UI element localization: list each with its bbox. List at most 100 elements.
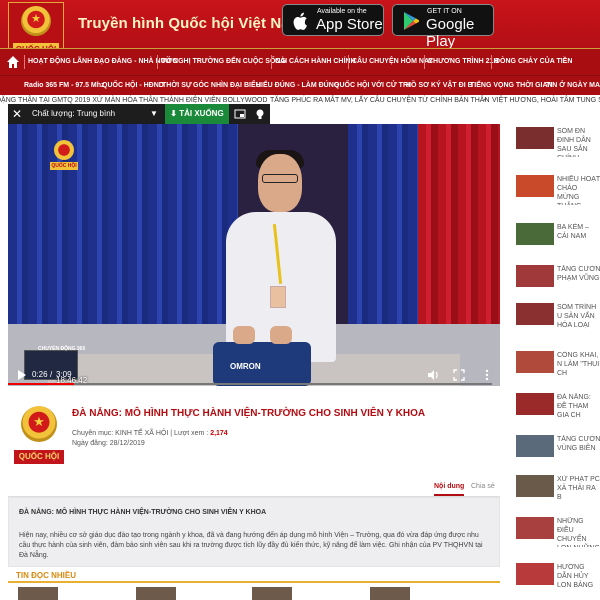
- home-icon[interactable]: [6, 55, 20, 69]
- sidebar-item[interactable]: BA KÈM – CẢI NAM: [508, 216, 600, 256]
- nav-item-today-story[interactable]: CÂU CHUYỆN HÔM NAY: [352, 49, 433, 75]
- article-category[interactable]: Chuyên mục: KINH TẾ XÃ HỘI | Lượt xem :: [72, 430, 208, 437]
- hot-news-thumbnail[interactable]: [18, 587, 58, 600]
- site-title[interactable]: Truyền hình Quốc hội Việt Nam: [78, 15, 303, 32]
- sidebar-thumbnail: [516, 517, 554, 539]
- play-icon[interactable]: [17, 369, 27, 381]
- nav-item-artifacts[interactable]: HỒ SƠ KÝ VẬT ĐI B: [406, 76, 473, 96]
- article-meta: Chuyên mục: KINH TẾ XÃ HỘI | Lượt xem : …: [72, 430, 228, 437]
- app-store-button[interactable]: Available on the App Store: [282, 4, 384, 36]
- sidebar-item-title: BA KÈM – CẢI NAM: [557, 224, 589, 240]
- nav-item-voters[interactable]: QUỐC HỘI VỚI CỬ TRI: [334, 76, 410, 96]
- volume-icon[interactable]: [426, 368, 440, 382]
- monitor-text: CHUYỂN ĐỘNG 365: [38, 346, 86, 352]
- nav-item-leadership[interactable]: HOẠT ĐỘNG LÃNH ĐẠO ĐẢNG - NHÀ NƯỚC: [28, 49, 177, 75]
- sidebar-item[interactable]: CÔNG KHAI, N LÀM "THUI CH: [508, 344, 600, 384]
- article-tabs: Nội dung Chia sẻ: [8, 477, 500, 497]
- id-badge: [270, 286, 286, 308]
- tab-share[interactable]: Chia sẻ: [471, 483, 495, 490]
- fullscreen-icon[interactable]: [452, 368, 466, 382]
- nav-item-echo-of-time[interactable]: TIẾNG VỌNG THỜI GIAN: [470, 76, 553, 96]
- view-count: 2,174: [210, 430, 228, 437]
- article-logo: QUỐC HỘI: [14, 406, 64, 464]
- nav-item-radio[interactable]: Radio 365 FM - 97.5 Mhz: [24, 76, 105, 96]
- sidebar-item-title: TĂNG CƯỜN PHẠM VŨNG: [557, 266, 600, 282]
- primary-nav: HOẠT ĐỘNG LÃNH ĐẠO ĐẢNG - NHÀ NƯỚC TỪ NG…: [0, 48, 600, 75]
- sidebar-item-title: CÔNG KHAI, N LÀM "THUI CH: [557, 352, 600, 377]
- sidebar-item[interactable]: SÓM ĐN ĐINH DÂN SAU SẮN CHÍNH: [508, 120, 600, 160]
- nav-item-tomorrow[interactable]: TIN Ở NGÀY MAI: [546, 76, 600, 96]
- quality-select[interactable]: Chất lượng: Trung bình: [32, 109, 115, 118]
- sidebar-item-title: SÓM ĐN ĐINH DÂN SAU SẮN CHÍNH: [557, 128, 591, 157]
- sidebar-item[interactable]: SÓM TRÌNH U SẢN VẤN HÓA LOẠI: [508, 296, 600, 336]
- hot-news-thumbnail[interactable]: [370, 587, 410, 600]
- lightbulb-icon[interactable]: [254, 108, 266, 120]
- summary-text: Hiện nay, nhiều cơ sở giáo dục đào tạo t…: [19, 532, 483, 559]
- nav-item-program-21h[interactable]: CHƯƠNG TRÌNH 21H: [428, 49, 499, 75]
- nav-divider: [491, 55, 492, 69]
- red-curtain: [418, 124, 500, 324]
- sidebar-item[interactable]: NHỮNG ĐIỀU CHUYỂN LON NHỮNG NĂ: [508, 510, 600, 550]
- sidebar-thumbnail: [516, 303, 554, 325]
- download-button[interactable]: ⬇ TẢI XUỐNG: [165, 104, 229, 124]
- video-frame[interactable]: OMRON QUỐC HỘI CHUYỂN ĐỘNG 365: [8, 124, 500, 386]
- app-store-subtext: Available on the: [317, 8, 367, 15]
- hot-news-thumbnail[interactable]: [136, 587, 176, 600]
- total-time: 3:09: [56, 370, 72, 379]
- article-date: Ngày đăng: 28/12/2019: [72, 440, 145, 447]
- google-play-button[interactable]: GET IT ON Google Play: [392, 4, 494, 50]
- sidebar-thumbnail: [516, 265, 554, 287]
- nav-item-parliament-to-life[interactable]: TỪ NGHỊ TRƯỜNG ĐẾN CUỘC SỐNG: [161, 49, 286, 75]
- hot-news-title: TIN ĐỌC NHIỀU: [16, 571, 76, 580]
- sidebar-item-title: NHIỀU HOẠT CHÀO MỪNG THẮNG NĂNG: [557, 176, 600, 205]
- apple-icon: [293, 12, 307, 30]
- ticker-item[interactable]: TĂNG PHÚC RA MẮT MV, LẤY CÂU CHUYỆN TỪ C…: [270, 95, 490, 106]
- sidebar-thumbnail: [516, 127, 554, 149]
- tab-content[interactable]: Nội dung: [434, 483, 465, 496]
- national-emblem-icon: [21, 406, 57, 442]
- progress-bar[interactable]: [8, 383, 492, 385]
- nav-item-admin-reform[interactable]: CẢI CÁCH HÀNH CHÍNH: [275, 49, 356, 75]
- nav-divider: [424, 55, 425, 69]
- nav-item-delegate-view[interactable]: GÓC NHÌN ĐẠI BIỂU: [193, 76, 261, 96]
- picture-in-picture-icon[interactable]: [234, 108, 246, 120]
- chevron-down-icon[interactable]: ▼: [150, 109, 158, 118]
- article-summary: ĐÀ NẴNG: MÔ HÌNH THỰC HÀNH VIỆN-TRƯỜNG C…: [8, 497, 500, 567]
- nav-item-understand-right[interactable]: HIẾU ĐÚNG - LÀM ĐÚNG: [256, 76, 339, 96]
- right-hand: [270, 326, 292, 344]
- sidebar-item[interactable]: TĂNG CƯỜN PHẠM VŨNG: [508, 258, 600, 298]
- site-header: QUỐC HỘI Truyền hình Quốc hội Việt Nam A…: [0, 0, 600, 60]
- nav-item-quochoi-hdnd[interactable]: QUỐC HỘI - HĐND: [102, 76, 164, 96]
- more-options-icon[interactable]: [480, 368, 494, 382]
- nav-divider: [24, 55, 25, 69]
- video-emblem-icon: [54, 140, 74, 160]
- download-label: TẢI XUỐNG: [179, 109, 224, 118]
- video-logo-label: QUỐC HỘI: [50, 162, 78, 170]
- nav-divider: [157, 55, 158, 69]
- current-time: 0:26: [32, 370, 48, 379]
- sidebar-item-title: TĂNG CƯỜN VÙNG BIÊN: [557, 436, 600, 452]
- google-play-icon: [404, 12, 419, 30]
- google-play-subtext: GET IT ON: [427, 8, 462, 15]
- hot-news-thumbnail[interactable]: [252, 587, 292, 600]
- nav-item-money-flow[interactable]: DÒNG CHẢY CỦA TIỀN: [495, 49, 572, 75]
- sidebar-item-title: ĐÀ NẴNG: ĐỀ THAM GIA CH: [557, 394, 591, 419]
- sidebar-item[interactable]: ĐÀ NẴNG: ĐỀ THAM GIA CH: [508, 386, 600, 426]
- sidebar-item[interactable]: NHIỀU HOẠT CHÀO MỪNG THẮNG NĂNG: [508, 168, 600, 208]
- time-separator: /: [50, 370, 53, 379]
- sidebar-thumbnail: [516, 563, 554, 585]
- person-head: [258, 154, 302, 212]
- sidebar-item[interactable]: XỬ PHẠT PC XẢ THẢI RA B: [508, 468, 600, 508]
- sidebar-item-title: XỬ PHẠT PC XẢ THẢI RA B: [557, 476, 600, 501]
- sidebar-item[interactable]: TĂNG CƯỜN VÙNG BIÊN: [508, 428, 600, 468]
- article-logo-label: QUỐC HỘI: [14, 450, 64, 464]
- video-watermark-logo: QUỐC HỘI: [50, 140, 78, 174]
- nav-item-news[interactable]: THỜI SỰ: [162, 76, 192, 96]
- close-icon[interactable]: ✕: [12, 107, 22, 121]
- sidebar-item[interactable]: HƯỚNG DẪN HỦY LON BẢNG: [508, 556, 600, 596]
- hot-news-divider: [8, 581, 500, 583]
- sidebar-thumbnail: [516, 175, 554, 197]
- ticker-item[interactable]: VIỆT HƯƠNG, HOÀI TÂM TUNG SE: [492, 95, 600, 106]
- nav-divider: [271, 55, 272, 69]
- secondary-nav: Radio 365 FM - 97.5 Mhz QUỐC HỘI - HĐND …: [0, 75, 600, 95]
